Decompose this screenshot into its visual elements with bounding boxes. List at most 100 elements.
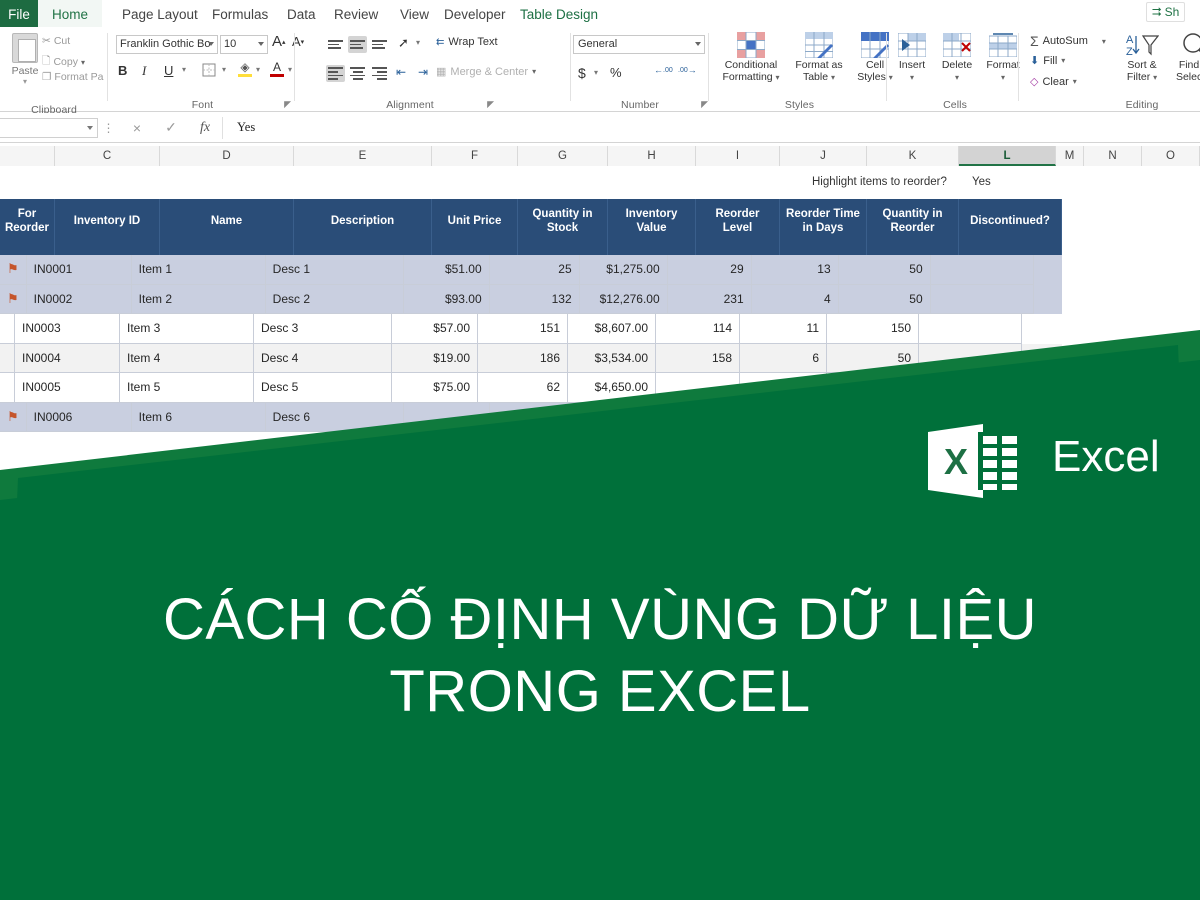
- align-top-button[interactable]: [326, 36, 345, 53]
- column-header-a[interactable]: [0, 146, 55, 166]
- column-header-m[interactable]: M: [1056, 146, 1084, 166]
- chevron-down-icon[interactable]: ▾: [532, 67, 536, 76]
- chevron-down-icon[interactable]: ▾: [256, 65, 260, 74]
- borders-button[interactable]: [202, 63, 216, 77]
- cancel-entry-button[interactable]: ×: [120, 120, 154, 136]
- find-select-button[interactable]: Find & Select ▾: [1166, 30, 1200, 83]
- conditional-formatting-button[interactable]: Conditional Formatting ▾: [716, 30, 786, 83]
- chevron-down-icon[interactable]: ▾: [288, 65, 292, 74]
- confirm-entry-button[interactable]: ✓: [154, 119, 188, 136]
- accounting-format-button[interactable]: $: [578, 65, 586, 81]
- alignment-dialog-launcher[interactable]: ◤: [487, 99, 494, 110]
- orientation-button[interactable]: ➚: [398, 35, 409, 51]
- align-left-button[interactable]: [326, 65, 345, 82]
- chevron-down-icon[interactable]: ▾: [23, 77, 27, 86]
- column-header-e[interactable]: E: [294, 146, 432, 166]
- table-row[interactable]: ⚑ IN0001 Item 1 Desc 1 $51.00 25 $1,275.…: [0, 255, 1062, 285]
- highlight-items-value[interactable]: Yes: [972, 176, 991, 188]
- increase-indent-button[interactable]: ⇥: [418, 65, 428, 79]
- format-painter-button[interactable]: ❐ Format Pa: [42, 71, 103, 83]
- table-row[interactable]: ⚑ IN0002 Item 2 Desc 2 $93.00 132 $12,27…: [0, 284, 1062, 314]
- column-header-d[interactable]: D: [160, 146, 294, 166]
- delete-cells-button[interactable]: Delete ▾: [934, 30, 980, 83]
- formula-bar-handle[interactable]: ⋮: [98, 121, 120, 135]
- font-color-button[interactable]: A: [270, 60, 284, 77]
- column-header-g[interactable]: G: [518, 146, 608, 166]
- paste-button[interactable]: Paste ▾: [6, 31, 44, 89]
- tab-file[interactable]: File: [0, 0, 38, 27]
- comma-format-button[interactable]: : [632, 65, 640, 82]
- name-box[interactable]: [0, 117, 98, 138]
- column-header-c[interactable]: C: [55, 146, 160, 166]
- share-button[interactable]: ⮆ Sh: [1146, 2, 1186, 22]
- chevron-down-icon[interactable]: ▾: [222, 65, 226, 74]
- chevron-down-icon[interactable]: ▾: [831, 73, 835, 82]
- chevron-down-icon[interactable]: ▾: [1061, 56, 1065, 65]
- table-row[interactable]: IN0003 Item 3 Desc 3 $57.00 151 $8,607.0…: [0, 314, 1062, 344]
- wrap-text-button[interactable]: ⇇ Wrap Text: [436, 36, 498, 48]
- format-as-table-button[interactable]: Format as Table ▾: [788, 30, 850, 83]
- column-header-n[interactable]: N: [1084, 146, 1142, 166]
- cell-inventory-id: IN0004: [15, 343, 120, 373]
- align-bottom-button[interactable]: [370, 36, 389, 53]
- column-header-j[interactable]: J: [780, 146, 867, 166]
- chevron-down-icon[interactable]: ▾: [776, 73, 780, 82]
- format-cells-button[interactable]: Format ▾: [980, 30, 1026, 83]
- chevron-down-icon[interactable]: ▾: [980, 72, 1026, 84]
- chevron-down-icon[interactable]: ▾: [1153, 73, 1157, 82]
- font-dialog-launcher[interactable]: ◤: [284, 99, 291, 110]
- clear-button[interactable]: ◇ Clear ▾: [1030, 75, 1077, 89]
- tab-developer[interactable]: Developer: [432, 0, 518, 27]
- align-center-button[interactable]: [348, 65, 367, 82]
- tab-data[interactable]: Data: [275, 0, 328, 27]
- chevron-down-icon[interactable]: ▾: [934, 72, 980, 84]
- number-format-select[interactable]: General: [573, 35, 705, 54]
- chevron-down-icon[interactable]: [695, 42, 701, 46]
- chevron-down-icon[interactable]: ▾: [1073, 77, 1077, 86]
- column-header-l[interactable]: L: [959, 146, 1056, 166]
- chevron-down-icon[interactable]: ▾: [182, 65, 186, 74]
- increase-font-size-button[interactable]: A ▴: [272, 33, 286, 50]
- chevron-down-icon[interactable]: ▾: [890, 72, 934, 84]
- tab-home[interactable]: Home: [38, 0, 102, 27]
- font-size-input[interactable]: 10: [220, 35, 268, 54]
- chevron-down-icon[interactable]: ▾: [594, 68, 598, 77]
- column-header-k[interactable]: K: [867, 146, 959, 166]
- copy-button[interactable]: 🗋 Copy ▾: [42, 53, 85, 71]
- align-right-button[interactable]: [370, 65, 389, 82]
- column-header-o[interactable]: O: [1142, 146, 1200, 166]
- tab-page-layout[interactable]: Page Layout: [110, 0, 210, 27]
- chevron-down-icon[interactable]: [208, 42, 214, 46]
- number-dialog-launcher[interactable]: ◤: [701, 99, 708, 110]
- column-header-f[interactable]: F: [432, 146, 518, 166]
- align-middle-button[interactable]: [348, 36, 367, 53]
- column-header-h[interactable]: H: [608, 146, 696, 166]
- autosum-button[interactable]: Σ AutoSum ▾: [1030, 33, 1106, 49]
- tab-table-design[interactable]: Table Design: [508, 0, 610, 27]
- chevron-down-icon[interactable]: [87, 125, 93, 130]
- chevron-down-icon[interactable]: ▾: [81, 58, 85, 67]
- chevron-down-icon[interactable]: ▾: [1102, 37, 1106, 46]
- tab-formulas[interactable]: Formulas: [200, 0, 280, 27]
- cell-name: Item 4: [120, 343, 254, 373]
- sort-filter-button[interactable]: A Z Sort & Filter ▾: [1116, 30, 1168, 83]
- merge-center-button[interactable]: ▦ Merge & Center ▾: [436, 65, 536, 79]
- font-name-input[interactable]: Franklin Gothic Bo: [116, 35, 218, 54]
- chevron-down-icon[interactable]: ▾: [416, 38, 420, 47]
- fill-color-button[interactable]: ◈: [238, 60, 252, 77]
- fill-button[interactable]: ⬇ Fill ▾: [1030, 54, 1065, 68]
- insert-function-button[interactable]: fx: [188, 120, 222, 136]
- italic-button[interactable]: I: [142, 63, 146, 79]
- cut-button[interactable]: ✂ Cut: [42, 35, 70, 47]
- underline-button[interactable]: U: [164, 63, 173, 78]
- percent-format-button[interactable]: %: [610, 65, 622, 80]
- increase-decimal-button[interactable]: ← .00: [654, 65, 673, 75]
- insert-cells-button[interactable]: Insert ▾: [890, 30, 934, 83]
- chevron-down-icon[interactable]: [258, 42, 264, 46]
- decrease-decimal-button[interactable]: .00 →: [678, 65, 697, 75]
- tab-review[interactable]: Review: [322, 0, 390, 27]
- column-header-i[interactable]: I: [696, 146, 780, 166]
- bold-button[interactable]: B: [118, 63, 127, 78]
- decrease-indent-button[interactable]: ⇤: [396, 65, 406, 79]
- formula-input[interactable]: Yes: [222, 116, 1200, 139]
